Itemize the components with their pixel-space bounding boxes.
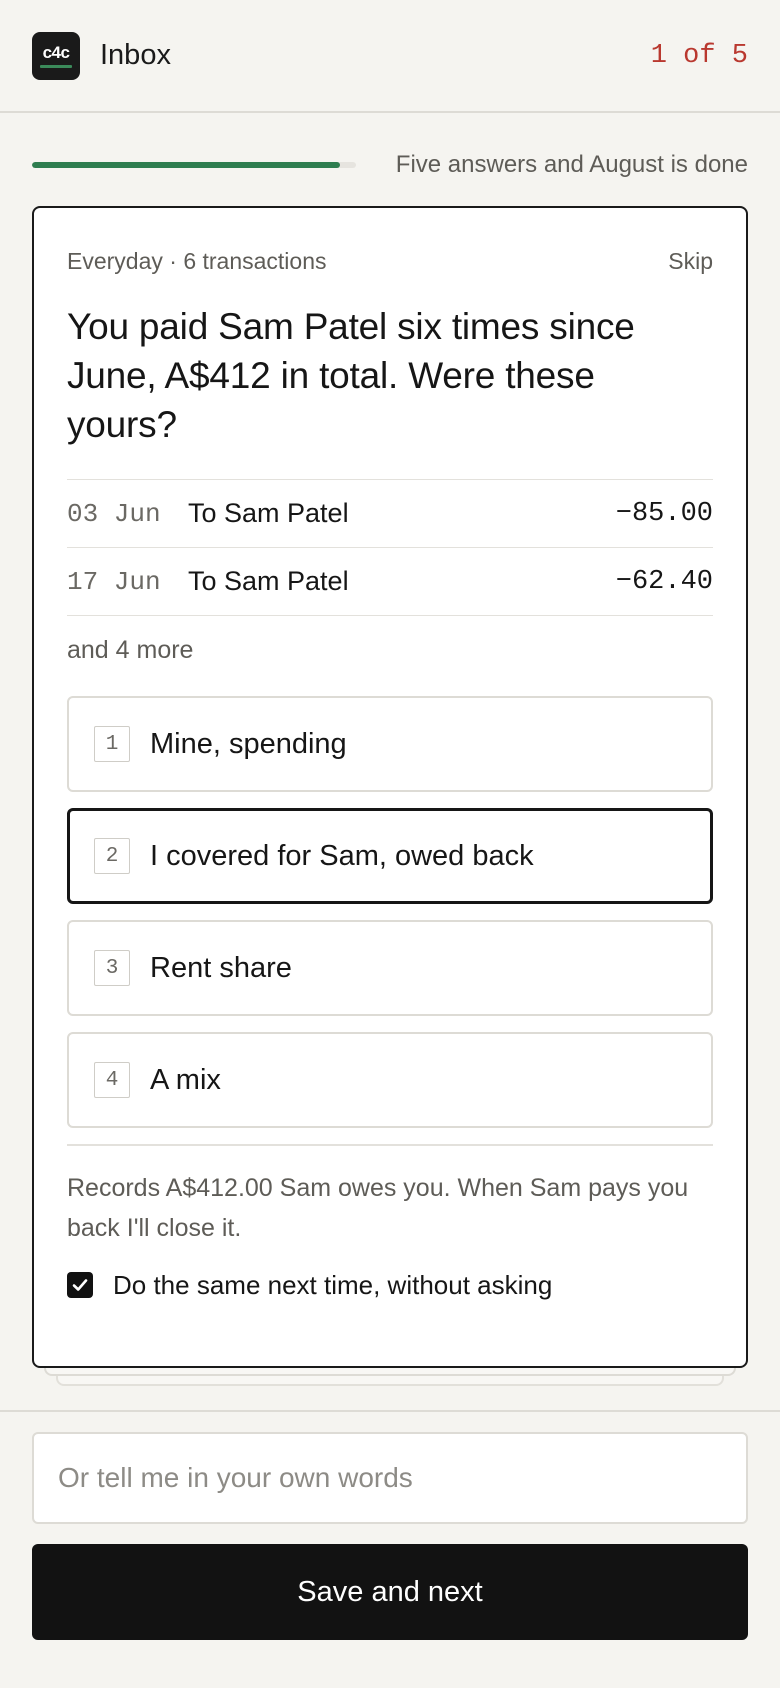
progress-fill [32,162,340,168]
transaction-description: To Sam Patel [188,498,349,528]
transaction-amount: −62.40 [615,566,713,597]
option-covered-for-sam[interactable]: 2 I covered for Sam, owed back [67,808,713,904]
question-card: Everyday · 6 transactions Skip You paid … [32,206,748,1368]
option-mine-spending[interactable]: 1 Mine, spending [67,696,713,792]
option-number: 4 [94,1062,130,1098]
transaction-row: 03 Jun To Sam Patel −85.00 [67,480,713,548]
page-title: Inbox [100,39,171,71]
option-label: Mine, spending [150,727,347,760]
transaction-date: 17 Jun [67,566,161,597]
progress-bar [32,162,356,168]
app-screen: c4c Inbox 1 of 5 Five answers and August… [0,0,780,1688]
app-logo: c4c [32,31,80,80]
bottom-divider [0,1410,780,1412]
option-label: A mix [150,1063,221,1096]
card-divider [67,1144,713,1146]
logo-text: c4c [42,42,70,62]
item-counter: 1 of 5 [650,40,748,71]
option-rent-share[interactable]: 3 Rent share [67,920,713,1016]
logo-underline [40,64,72,68]
answer-options: 1 Mine, spending 2 I covered for Sam, ow… [67,696,713,1128]
transaction-amount: −85.00 [615,498,713,529]
remember-choice-row[interactable]: Do the same next time, without asking [67,1270,713,1301]
question-text: You paid Sam Patel six times since June,… [67,306,635,445]
transaction-list: 03 Jun To Sam Patel −85.00 17 Jun To Sam… [67,479,713,616]
save-and-next-button[interactable]: Save and next [32,1544,748,1640]
own-words-input[interactable] [32,1432,748,1524]
card-meta: Everyday · 6 transactions Skip [67,246,713,276]
account-meta: Everyday · 6 transactions [67,247,327,274]
transaction-row: 17 Jun To Sam Patel −62.40 [67,548,713,616]
explanation-text: Records A$412.00 Sam owes you. When Sam … [67,1173,689,1242]
option-number: 2 [94,838,130,874]
progress-row: Five answers and August is done [32,148,748,182]
option-label: I covered for Sam, owed back [150,839,534,872]
checkmark-icon [72,1279,88,1291]
progress-label: Five answers and August is done [395,151,748,178]
transaction-date: 03 Jun [67,498,161,529]
skip-link[interactable]: Skip [668,248,713,275]
remember-label: Do the same next time, without asking [113,1269,553,1300]
option-a-mix[interactable]: 4 A mix [67,1032,713,1128]
transaction-description: To Sam Patel [188,566,349,596]
option-label: Rent share [150,951,292,984]
more-transactions-label: and 4 more [67,636,194,664]
option-number: 1 [94,726,130,762]
option-number: 3 [94,950,130,986]
remember-checkbox[interactable] [67,1272,93,1298]
header: c4c Inbox 1 of 5 [0,0,780,113]
